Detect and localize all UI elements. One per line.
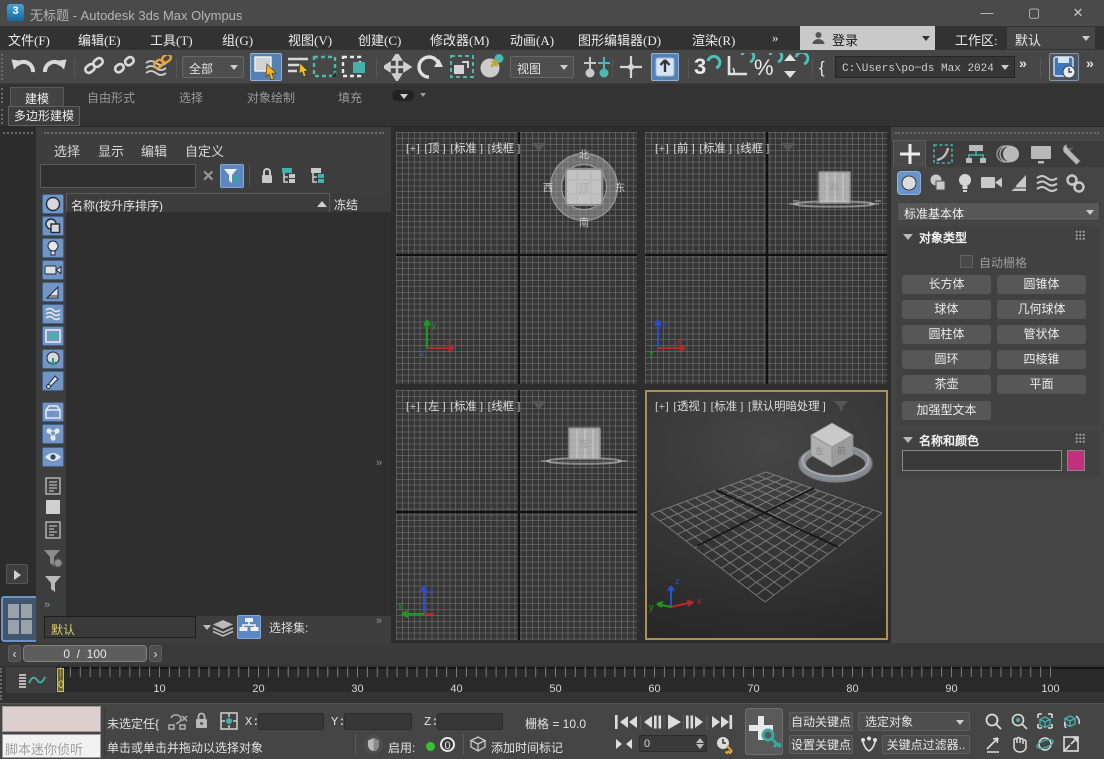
svg-text:y: y [649, 348, 654, 358]
svg-text:北: 北 [579, 149, 590, 161]
svg-text:西: 西 [543, 182, 554, 194]
svg-text:z: z [429, 586, 434, 596]
svg-text:左: 左 [815, 445, 824, 456]
svg-text:y: y [649, 602, 654, 612]
svg-text:前: 前 [829, 181, 839, 194]
svg-text:40: 40 [450, 683, 462, 695]
svg-text:z: z [675, 576, 680, 586]
svg-text:x: x [677, 336, 682, 346]
svg-text:左: 左 [579, 437, 589, 450]
svg-text:y: y [432, 320, 437, 330]
svg-text:3: 3 [694, 54, 706, 79]
svg-text:100: 100 [1041, 683, 1059, 695]
svg-text:10: 10 [153, 683, 165, 695]
svg-text:前: 前 [837, 445, 846, 456]
svg-text:y: y [398, 600, 403, 610]
svg-text:东: 东 [615, 181, 626, 194]
svg-text:z: z [420, 348, 425, 358]
svg-text:70: 70 [747, 683, 759, 695]
svg-text:x: x [446, 336, 451, 346]
svg-text:南: 南 [579, 216, 590, 229]
svg-text:顶: 顶 [579, 182, 590, 195]
svg-text:20: 20 [252, 683, 264, 695]
svg-text:30: 30 [351, 683, 363, 695]
svg-text:50: 50 [549, 683, 561, 695]
svg-text:60: 60 [648, 683, 660, 695]
svg-text:90: 90 [945, 683, 957, 695]
svg-text:80: 80 [846, 683, 858, 695]
svg-text:x: x [697, 596, 702, 606]
svg-text:%: % [754, 55, 774, 80]
svg-text:z: z [663, 320, 668, 330]
